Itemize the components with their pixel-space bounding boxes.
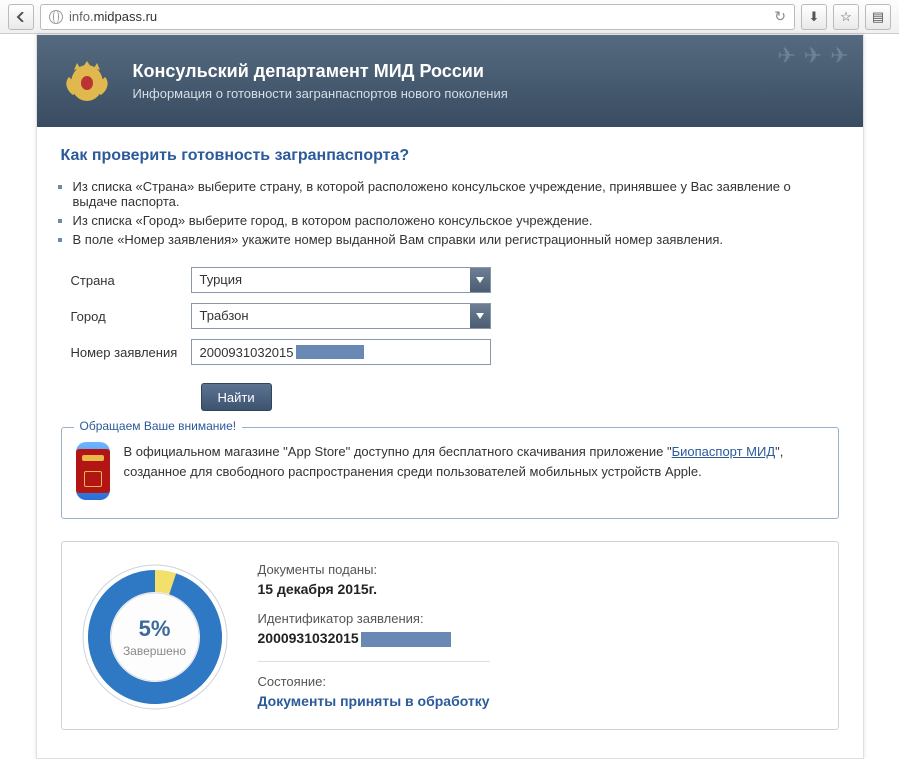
content: Как проверить готовность загранпаспорта?…: [37, 127, 863, 758]
appnum-masked: [296, 345, 364, 359]
notice-box: Обращаем Ваше внимание! В официальном ма…: [61, 427, 839, 519]
progress-label: Завершено: [123, 644, 186, 658]
country-select[interactable]: Турция: [191, 267, 491, 293]
city-row: Город Трабзон: [61, 303, 839, 329]
url-prefix: info.: [69, 9, 94, 24]
url-bar[interactable]: info.midpass.ru ↻: [40, 4, 795, 30]
bookmark-icon[interactable]: ☆: [833, 4, 859, 30]
instruction-item: Из списка «Страна» выберите страну, в ко…: [73, 179, 839, 209]
progress-donut: 5% Завершено: [80, 562, 230, 712]
browser-toolbar: info.midpass.ru ↻ ⬇ ☆ ▤: [0, 0, 899, 34]
page-container: ✈︎✈︎✈︎ Консульский департамент МИД Росси…: [36, 34, 864, 759]
back-button[interactable]: [8, 4, 34, 30]
country-row: Страна Турция: [61, 267, 839, 293]
header-decor: ✈︎✈︎✈︎: [773, 43, 852, 69]
app-id-key: Идентификатор заявления:: [258, 611, 490, 626]
chevron-down-icon: [470, 304, 490, 328]
site-title: Консульский департамент МИД России: [133, 61, 508, 82]
find-button[interactable]: Найти: [201, 383, 272, 411]
city-select[interactable]: Трабзон: [191, 303, 491, 329]
divider: [258, 661, 490, 662]
globe-icon: [49, 10, 63, 24]
result-box: 5% Завершено Документы поданы: 15 декабр…: [61, 541, 839, 730]
reload-icon[interactable]: ↻: [774, 8, 786, 25]
appnum-row: Номер заявления 2000931032015: [61, 339, 839, 365]
status-link[interactable]: Документы приняты в обработку: [258, 693, 490, 709]
city-label: Город: [61, 309, 191, 324]
page-title: Как проверить готовность загранпаспорта?: [61, 147, 839, 165]
progress-percent: 5%: [139, 616, 171, 642]
app-store-icon: [76, 442, 110, 500]
app-id-masked: [361, 632, 451, 647]
clipboard-icon[interactable]: ▤: [865, 4, 891, 30]
instructions-list: Из списка «Страна» выберите страну, в ко…: [73, 179, 839, 247]
instruction-item: В поле «Номер заявления» укажите номер в…: [73, 232, 839, 247]
appnum-input[interactable]: 2000931032015: [191, 339, 491, 365]
status-key: Состояние:: [258, 674, 490, 689]
result-info: Документы поданы: 15 декабря 2015г. Иден…: [258, 562, 490, 723]
notice-text: В официальном магазине "App Store" досту…: [124, 442, 824, 481]
coat-of-arms-icon: [59, 53, 115, 109]
download-icon[interactable]: ⬇: [801, 4, 827, 30]
docs-submitted-value: 15 декабря 2015г.: [258, 581, 490, 597]
instruction-item: Из списка «Город» выберите город, в кото…: [73, 213, 839, 228]
site-subtitle: Информация о готовности загранпаспортов …: [133, 86, 508, 101]
docs-submitted-key: Документы поданы:: [258, 562, 490, 577]
country-label: Страна: [61, 273, 191, 288]
appnum-visible: 2000931032015: [200, 345, 294, 360]
appnum-label: Номер заявления: [61, 345, 191, 360]
country-value: Турция: [192, 268, 470, 292]
url-host: midpass.ru: [94, 9, 158, 24]
header-text: Консульский департамент МИД России Инфор…: [133, 61, 508, 101]
city-value: Трабзон: [192, 304, 470, 328]
app-id-value: 2000931032015: [258, 630, 490, 647]
chevron-down-icon: [470, 268, 490, 292]
biopassport-link[interactable]: Биопаспорт МИД: [672, 444, 776, 459]
notice-legend: Обращаем Ваше внимание!: [74, 419, 243, 433]
passport-icon: [76, 449, 110, 493]
site-header: ✈︎✈︎✈︎ Консульский департамент МИД Росси…: [37, 35, 863, 127]
